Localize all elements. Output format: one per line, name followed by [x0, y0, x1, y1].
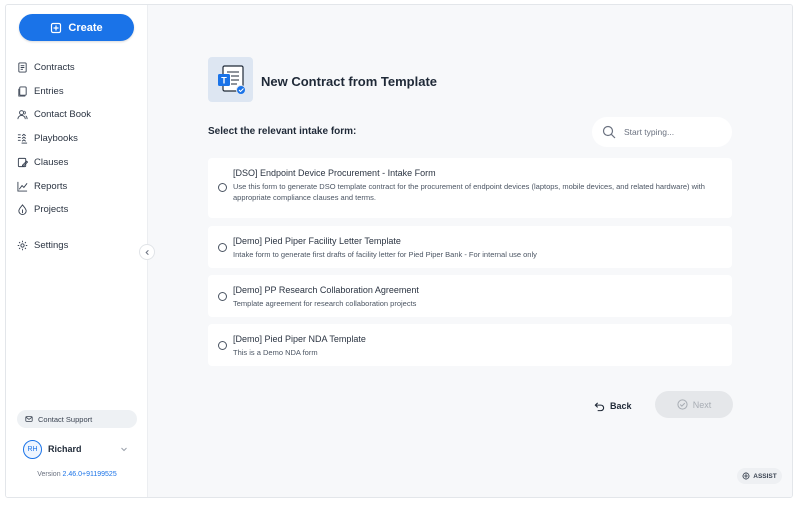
next-button[interactable]: Next [655, 391, 733, 418]
search-input[interactable] [624, 127, 724, 137]
clauses-icon [17, 157, 28, 167]
word-template-icon: T [217, 64, 246, 95]
sidebar-item-label: Contact Book [34, 108, 92, 120]
next-button-label: Next [692, 399, 712, 410]
user-menu[interactable]: RH Richard [23, 439, 128, 459]
sidebar-item-label: Contracts [34, 61, 75, 73]
version-number: 2.46.0+91199525 [62, 471, 117, 478]
sidebar-item-label: Reports [34, 180, 68, 192]
sidebar-item-label: Projects [34, 203, 69, 215]
version-prefix: Version [37, 471, 63, 478]
contract-icon [18, 61, 27, 73]
avatar: RH [23, 439, 42, 459]
projects-icon [18, 203, 27, 215]
main-content: T New Contract from Template Select the … [148, 5, 792, 497]
contact-support-label: Contact Support [38, 414, 93, 424]
chevron-down-icon [121, 447, 127, 452]
search-icon [602, 125, 616, 139]
form-description: Template agreement for research collabor… [233, 299, 417, 308]
sidebar-item-reports[interactable]: Reports [17, 177, 67, 195]
chevron-left-icon [144, 249, 149, 255]
template-icon: T [208, 57, 253, 102]
sidebar-item-entries[interactable]: Entries [17, 82, 64, 100]
page-title: New Contract from Template [261, 74, 438, 89]
form-description: Intake form to generate first drafts of … [233, 250, 537, 259]
playbooks-icon [17, 133, 28, 144]
form-radio[interactable] [218, 341, 227, 350]
version-text: Version 2.46.0+91199525 [6, 471, 148, 478]
svg-text:T: T [221, 75, 227, 85]
user-name: Richard [48, 444, 82, 454]
assist-button-label: ASSIST [753, 472, 777, 480]
collapse-sidebar-button[interactable] [139, 244, 155, 260]
sidebar-item-playbooks[interactable]: Playbooks [17, 129, 78, 147]
contact-support-button[interactable]: Contact Support [17, 410, 137, 428]
back-button-label: Back [610, 401, 632, 411]
sidebar-item-projects[interactable]: Projects [17, 200, 68, 218]
sidebar-item-label: Settings [34, 239, 69, 251]
create-button[interactable]: Create [19, 14, 134, 41]
sidebar-item-settings[interactable]: Settings [17, 236, 68, 254]
form-title: [DSO] Endpoint Device Procurement - Inta… [233, 168, 436, 178]
form-title: [Demo] PP Research Collaboration Agreeme… [233, 285, 419, 295]
intake-form-card[interactable]: [Demo] Pied Piper Facility Letter Templa… [208, 226, 732, 268]
form-radio[interactable] [218, 292, 227, 301]
intake-form-card[interactable]: [DSO] Endpoint Device Procurement - Inta… [208, 158, 732, 218]
check-circle-icon [677, 399, 688, 410]
form-radio[interactable] [218, 183, 227, 192]
assist-icon [742, 472, 750, 480]
search-box[interactable] [592, 117, 732, 147]
app-window: Create Contracts Entries Contact Book Pl… [5, 4, 793, 498]
support-icon [25, 416, 33, 422]
new-document-icon [51, 22, 62, 33]
reports-icon [17, 181, 28, 192]
form-title: [Demo] Pied Piper Facility Letter Templa… [233, 236, 401, 246]
sidebar-item-label: Clauses [34, 156, 69, 168]
sidebar-item-contact-book[interactable]: Contact Book [17, 105, 91, 123]
sidebar-item-clauses[interactable]: Clauses [17, 153, 68, 171]
intake-form-card[interactable]: [Demo] PP Research Collaboration Agreeme… [208, 275, 732, 317]
form-description: This is a Demo NDA form [233, 348, 318, 357]
back-arrow-icon [594, 401, 605, 411]
back-button[interactable]: Back [594, 398, 632, 414]
sidebar-item-label: Playbooks [34, 132, 78, 144]
section-label: Select the relevant intake form: [208, 126, 357, 137]
sidebar-item-contracts[interactable]: Contracts [17, 58, 75, 76]
form-title: [Demo] Pied Piper NDA Template [233, 334, 366, 344]
form-radio[interactable] [218, 243, 227, 252]
form-description: Use this form to generate DSO template c… [233, 182, 705, 202]
sidebar: Create Contracts Entries Contact Book Pl… [6, 5, 148, 497]
contacts-icon [17, 109, 28, 119]
gear-icon [17, 240, 28, 250]
assist-button[interactable]: ASSIST [737, 468, 782, 484]
intake-form-card[interactable]: [Demo] Pied Piper NDA Template This is a… [208, 324, 732, 366]
entries-icon [18, 85, 27, 97]
sidebar-item-label: Entries [34, 85, 64, 97]
create-button-label: Create [68, 21, 103, 34]
